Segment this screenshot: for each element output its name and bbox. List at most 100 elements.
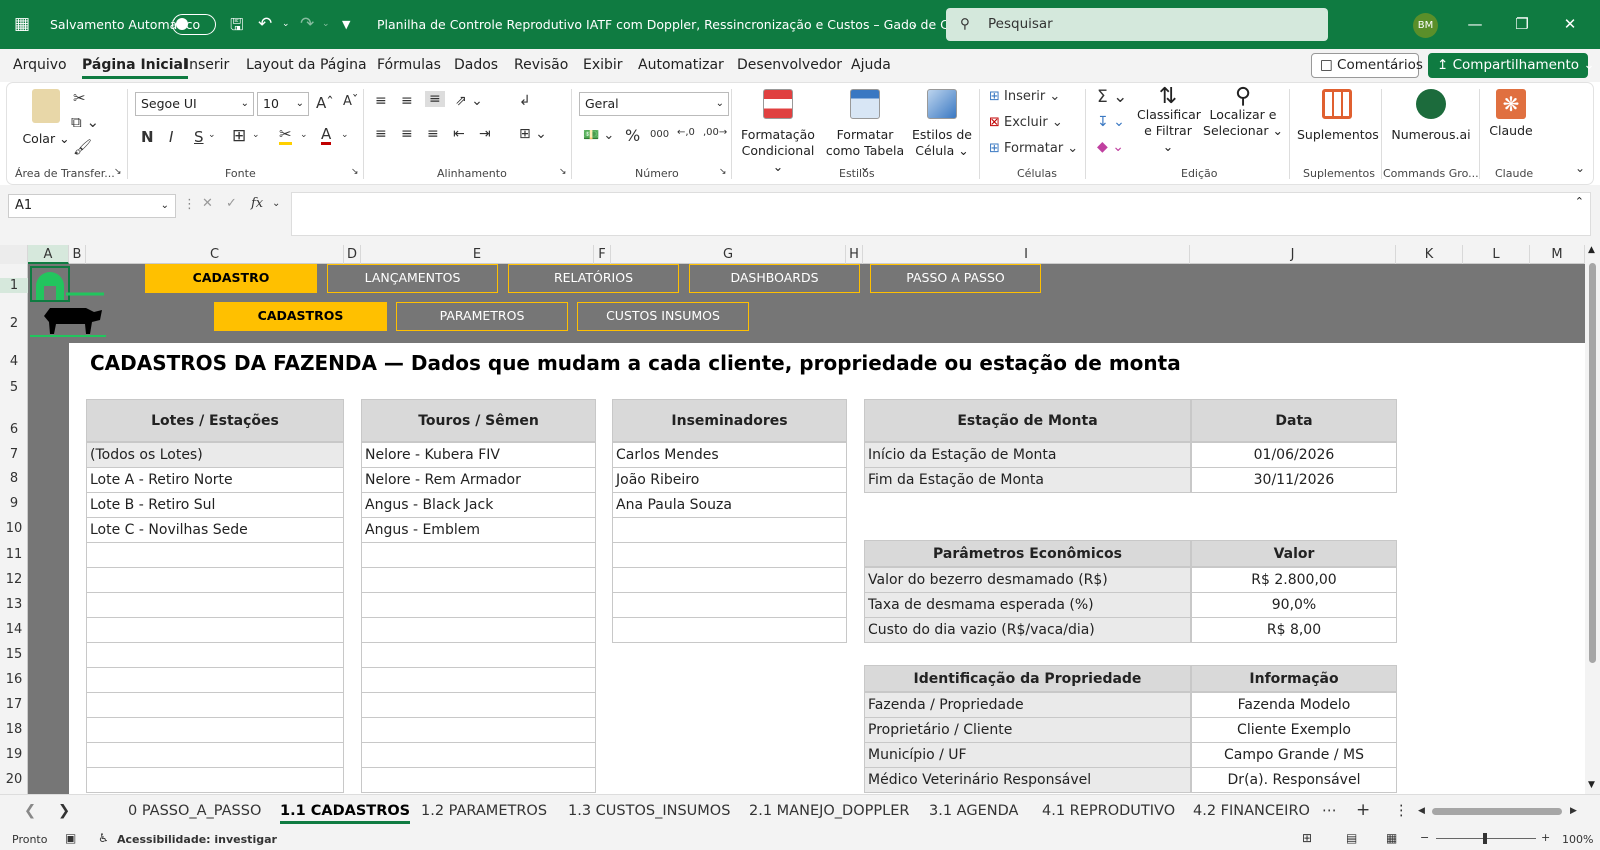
autosave-toggle[interactable]: [172, 14, 216, 35]
lotes-empty-cell[interactable]: [86, 667, 344, 693]
search-box[interactable]: ⚲ Pesquisar: [946, 8, 1328, 41]
col-header[interactable]: D: [344, 245, 361, 264]
row-header[interactable]: 14: [0, 622, 28, 637]
macro-record-icon[interactable]: ▣: [65, 831, 76, 845]
paste-button[interactable]: Colar ⌄: [21, 89, 71, 147]
estacao-data-header[interactable]: Data: [1191, 399, 1397, 442]
customize-qat-icon[interactable]: ▼: [342, 0, 350, 49]
align-left-icon[interactable]: ≡: [375, 126, 387, 142]
col-header[interactable]: M: [1530, 245, 1585, 264]
inseminadores-cell[interactable]: João Ribeiro: [612, 467, 847, 493]
row-header[interactable]: 18: [0, 722, 28, 737]
tab-arquivo[interactable]: Arquivo: [13, 57, 67, 73]
row-header[interactable]: 5: [0, 380, 28, 395]
col-header[interactable]: J: [1190, 245, 1396, 264]
decrease-decimal-icon[interactable]: ,00→: [703, 127, 727, 138]
claude-button[interactable]: ❋ Claude: [1485, 89, 1537, 139]
normal-view-icon[interactable]: ⊞: [1302, 831, 1312, 845]
touros-empty-cell[interactable]: [361, 642, 596, 668]
nav-cadastros-button[interactable]: CADASTROS: [214, 302, 387, 331]
undo-dropdown-icon[interactable]: ⌄: [282, 0, 290, 49]
more-sheets-icon[interactable]: ⋯: [1322, 803, 1337, 819]
zoom-slider-thumb[interactable]: [1483, 833, 1487, 844]
lotes-cell[interactable]: Lote A - Retiro Norte: [86, 467, 344, 493]
redo-icon[interactable]: ↷: [300, 0, 314, 49]
estacao-value[interactable]: 30/11/2026: [1191, 467, 1397, 493]
row-header[interactable]: 20: [0, 772, 28, 787]
touros-cell[interactable]: Angus - Emblem: [361, 517, 596, 543]
lotes-cell[interactable]: Lote B - Retiro Sul: [86, 492, 344, 518]
row-header[interactable]: 8: [0, 471, 28, 486]
numerous-button[interactable]: Numerous.ai: [1389, 89, 1473, 143]
orientation-icon[interactable]: ⇗ ⌄: [455, 93, 483, 109]
row-header[interactable]: 12: [0, 572, 28, 587]
nav-custos-insumos-button[interactable]: CUSTOS INSUMOS: [577, 302, 749, 331]
add-sheet-icon[interactable]: +: [1356, 800, 1370, 820]
touros-empty-cell[interactable]: [361, 592, 596, 618]
parametros-value[interactable]: R$ 8,00: [1191, 617, 1397, 643]
confirm-entry-icon[interactable]: ✓: [226, 196, 237, 211]
bold-button[interactable]: N: [141, 128, 154, 146]
restore-icon[interactable]: ❐: [1499, 0, 1545, 49]
copy-icon[interactable]: ⧉ ⌄: [71, 113, 99, 131]
font-color-icon[interactable]: A: [321, 126, 332, 145]
parametros-header[interactable]: Parâmetros Econômicos: [864, 540, 1191, 567]
number-format-select[interactable]: Geral ⌄: [579, 92, 729, 116]
format-as-table-button[interactable]: Formatar como Tabela ⌄: [822, 89, 908, 175]
fx-dropdown-icon[interactable]: ⌄: [272, 198, 280, 209]
lotes-empty-cell[interactable]: [86, 617, 344, 643]
touros-empty-cell[interactable]: [361, 717, 596, 743]
nav-cadastro-button[interactable]: CADASTRO: [145, 264, 317, 293]
redo-dropdown-icon[interactable]: ⌄: [322, 0, 330, 49]
sheet-tab-active[interactable]: 1.1 CADASTROS: [280, 803, 411, 824]
sort-filter-button[interactable]: ⇅ Classificar e Filtrar ⌄: [1137, 86, 1201, 155]
touros-empty-cell[interactable]: [361, 542, 596, 568]
prev-sheet-icon[interactable]: ❮: [24, 803, 36, 819]
align-top-icon[interactable]: ≡: [375, 93, 387, 109]
fill-color-icon[interactable]: ✂: [279, 126, 292, 145]
number-launcher-icon[interactable]: ↘: [719, 167, 727, 177]
sheet-tab[interactable]: 1.3 CUSTOS_INSUMOS: [568, 803, 730, 819]
document-title[interactable]: Planilha de Controle Reprodutivo IATF co…: [377, 0, 974, 49]
close-icon[interactable]: ✕: [1547, 0, 1593, 49]
parametros-value[interactable]: R$ 2.800,00: [1191, 567, 1397, 593]
row-header[interactable]: 7: [0, 447, 28, 462]
touros-empty-cell[interactable]: [361, 667, 596, 693]
lotes-cell[interactable]: (Todos os Lotes): [86, 442, 344, 468]
tab-layout[interactable]: Layout da Página: [246, 57, 367, 73]
col-header[interactable]: G: [611, 245, 846, 264]
propriedade-value[interactable]: Dr(a). Responsável: [1191, 767, 1397, 793]
conditional-formatting-button[interactable]: Formatação Condicional ⌄: [737, 89, 819, 175]
inseminadores-empty-cell[interactable]: [612, 542, 847, 568]
propriedade-value[interactable]: Fazenda Modelo: [1191, 692, 1397, 718]
col-header[interactable]: F: [594, 245, 611, 264]
cell-styles-button[interactable]: Estilos de Célula ⌄: [911, 89, 973, 159]
increase-decimal-icon[interactable]: ←,0: [677, 127, 695, 138]
col-header[interactable]: B: [69, 245, 86, 264]
propriedade-value[interactable]: Campo Grande / MS: [1191, 742, 1397, 768]
col-header[interactable]: E: [361, 245, 594, 264]
align-bottom-icon[interactable]: ≡: [425, 91, 445, 107]
thousands-icon[interactable]: 000: [650, 129, 669, 140]
col-header[interactable]: A: [28, 245, 69, 264]
col-header[interactable]: L: [1463, 245, 1530, 264]
touros-header[interactable]: Touros / Sêmen: [361, 399, 596, 442]
tab-revisao[interactable]: Revisão: [514, 57, 568, 73]
align-right-icon[interactable]: ≡: [427, 126, 439, 142]
tab-pagina-inicial[interactable]: Página Inicial: [82, 57, 188, 79]
row-header[interactable]: 17: [0, 697, 28, 712]
accessibility-status[interactable]: Acessibilidade: investigar: [117, 833, 277, 846]
propriedade-value[interactable]: Cliente Exemplo: [1191, 717, 1397, 743]
find-select-button[interactable]: ⚲ Localizar e Selecionar ⌄: [1203, 86, 1283, 139]
hscroll-left-icon[interactable]: ◀: [1418, 806, 1425, 816]
inseminadores-cell[interactable]: Carlos Mendes: [612, 442, 847, 468]
decrease-font-icon[interactable]: Aˇ: [343, 94, 358, 109]
minimize-icon[interactable]: —: [1452, 0, 1498, 49]
save-icon[interactable]: 🖫: [230, 0, 244, 49]
inseminadores-empty-cell[interactable]: [612, 567, 847, 593]
col-header[interactable]: C: [86, 245, 344, 264]
nav-dashboards-button[interactable]: DASHBOARDS: [689, 264, 860, 293]
inseminadores-empty-cell[interactable]: [612, 617, 847, 643]
nav-parametros-button[interactable]: PARAMETROS: [396, 302, 568, 331]
estacao-header[interactable]: Estação de Monta: [864, 399, 1191, 442]
